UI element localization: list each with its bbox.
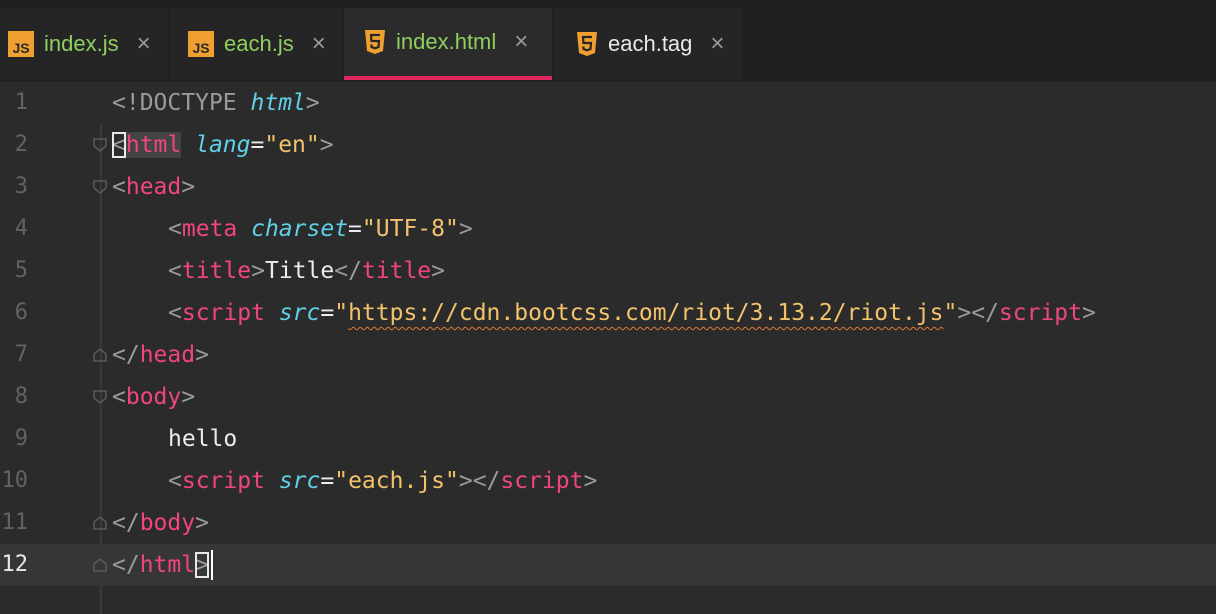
fold-open-icon[interactable] xyxy=(93,180,107,194)
code-text: </body> xyxy=(112,510,209,536)
js-file-icon: JS xyxy=(188,31,214,57)
code-line-current[interactable]: 12 </html> xyxy=(0,544,1216,586)
code-line[interactable]: 10 <script src="each.js"></script> xyxy=(0,460,1216,502)
code-editor[interactable]: 1 <!DOCTYPE html> 2 <html lang="en"> 3 <… xyxy=(0,82,1216,614)
code-text: <body> xyxy=(112,384,196,410)
code-text: <head> xyxy=(112,174,196,200)
tab-each-js[interactable]: JS each.js × xyxy=(170,8,342,80)
fold-close-icon[interactable] xyxy=(93,516,107,530)
code-line[interactable]: 4 <meta charset="UTF-8"> xyxy=(0,208,1216,250)
code-text: <!DOCTYPE html> xyxy=(112,90,320,116)
tab-index-html[interactable]: index.html × xyxy=(344,8,552,80)
line-number: 3 xyxy=(14,174,28,199)
line-number: 2 xyxy=(14,132,28,157)
code-line[interactable]: 2 <html lang="en"> xyxy=(0,124,1216,166)
tab-label: index.js xyxy=(44,31,119,56)
line-number: 10 xyxy=(1,468,29,493)
line-number: 9 xyxy=(14,426,28,451)
fold-close-icon[interactable] xyxy=(93,558,107,572)
close-icon[interactable]: × xyxy=(514,30,528,54)
code-text: <script src="https://cdn.bootcss.com/rio… xyxy=(168,300,1096,326)
close-icon[interactable]: × xyxy=(710,32,724,56)
code-text: <script src="each.js"></script> xyxy=(168,468,598,494)
fold-open-icon[interactable] xyxy=(93,390,107,404)
code-text: <html lang="en"> xyxy=(112,132,334,158)
close-icon[interactable]: × xyxy=(137,32,151,56)
text-cursor xyxy=(211,550,213,580)
line-number: 1 xyxy=(14,90,28,115)
line-number: 12 xyxy=(1,552,29,577)
tab-each-tag[interactable]: each.tag × xyxy=(554,8,742,80)
js-file-icon: JS xyxy=(8,31,34,57)
line-number: 7 xyxy=(14,342,28,367)
code-line[interactable]: 3 <head> xyxy=(0,166,1216,208)
code-line[interactable]: 6 <script src="https://cdn.bootcss.com/r… xyxy=(0,292,1216,334)
tab-index-js[interactable]: JS index.js × xyxy=(0,8,168,80)
code-line[interactable]: 8 <body> xyxy=(0,376,1216,418)
code-text: </html> xyxy=(112,552,209,578)
html5-file-icon xyxy=(365,30,385,54)
code-line[interactable]: 11 </body> xyxy=(0,502,1216,544)
line-number: 4 xyxy=(14,216,28,241)
tab-label: each.js xyxy=(224,31,294,56)
code-line[interactable]: 7 </head> xyxy=(0,334,1216,376)
close-icon[interactable]: × xyxy=(312,32,326,56)
code-text: <meta charset="UTF-8"> xyxy=(168,216,473,242)
code-line[interactable]: 1 <!DOCTYPE html> xyxy=(0,82,1216,124)
line-number: 6 xyxy=(14,300,28,325)
fold-close-icon[interactable] xyxy=(93,348,107,362)
code-text: </head> xyxy=(112,342,209,368)
line-number: 5 xyxy=(14,258,28,283)
tab-bar: JS index.js × JS each.js × index.html × … xyxy=(0,0,1216,82)
html5-file-icon xyxy=(577,32,597,56)
line-number: 8 xyxy=(14,384,28,409)
code-text: hello xyxy=(168,426,238,452)
tab-label: each.tag xyxy=(608,31,693,56)
tab-label: index.html xyxy=(396,29,497,54)
code-line[interactable]: 5 <title>Title</title> xyxy=(0,250,1216,292)
spellcheck-underline: https://cdn.bootcss.com/riot/3.13.2/riot… xyxy=(348,300,944,326)
code-text: <title>Title</title> xyxy=(168,258,446,284)
code-line[interactable]: 9 hello xyxy=(0,418,1216,460)
fold-open-icon[interactable] xyxy=(93,138,107,152)
line-number: 11 xyxy=(1,510,29,535)
